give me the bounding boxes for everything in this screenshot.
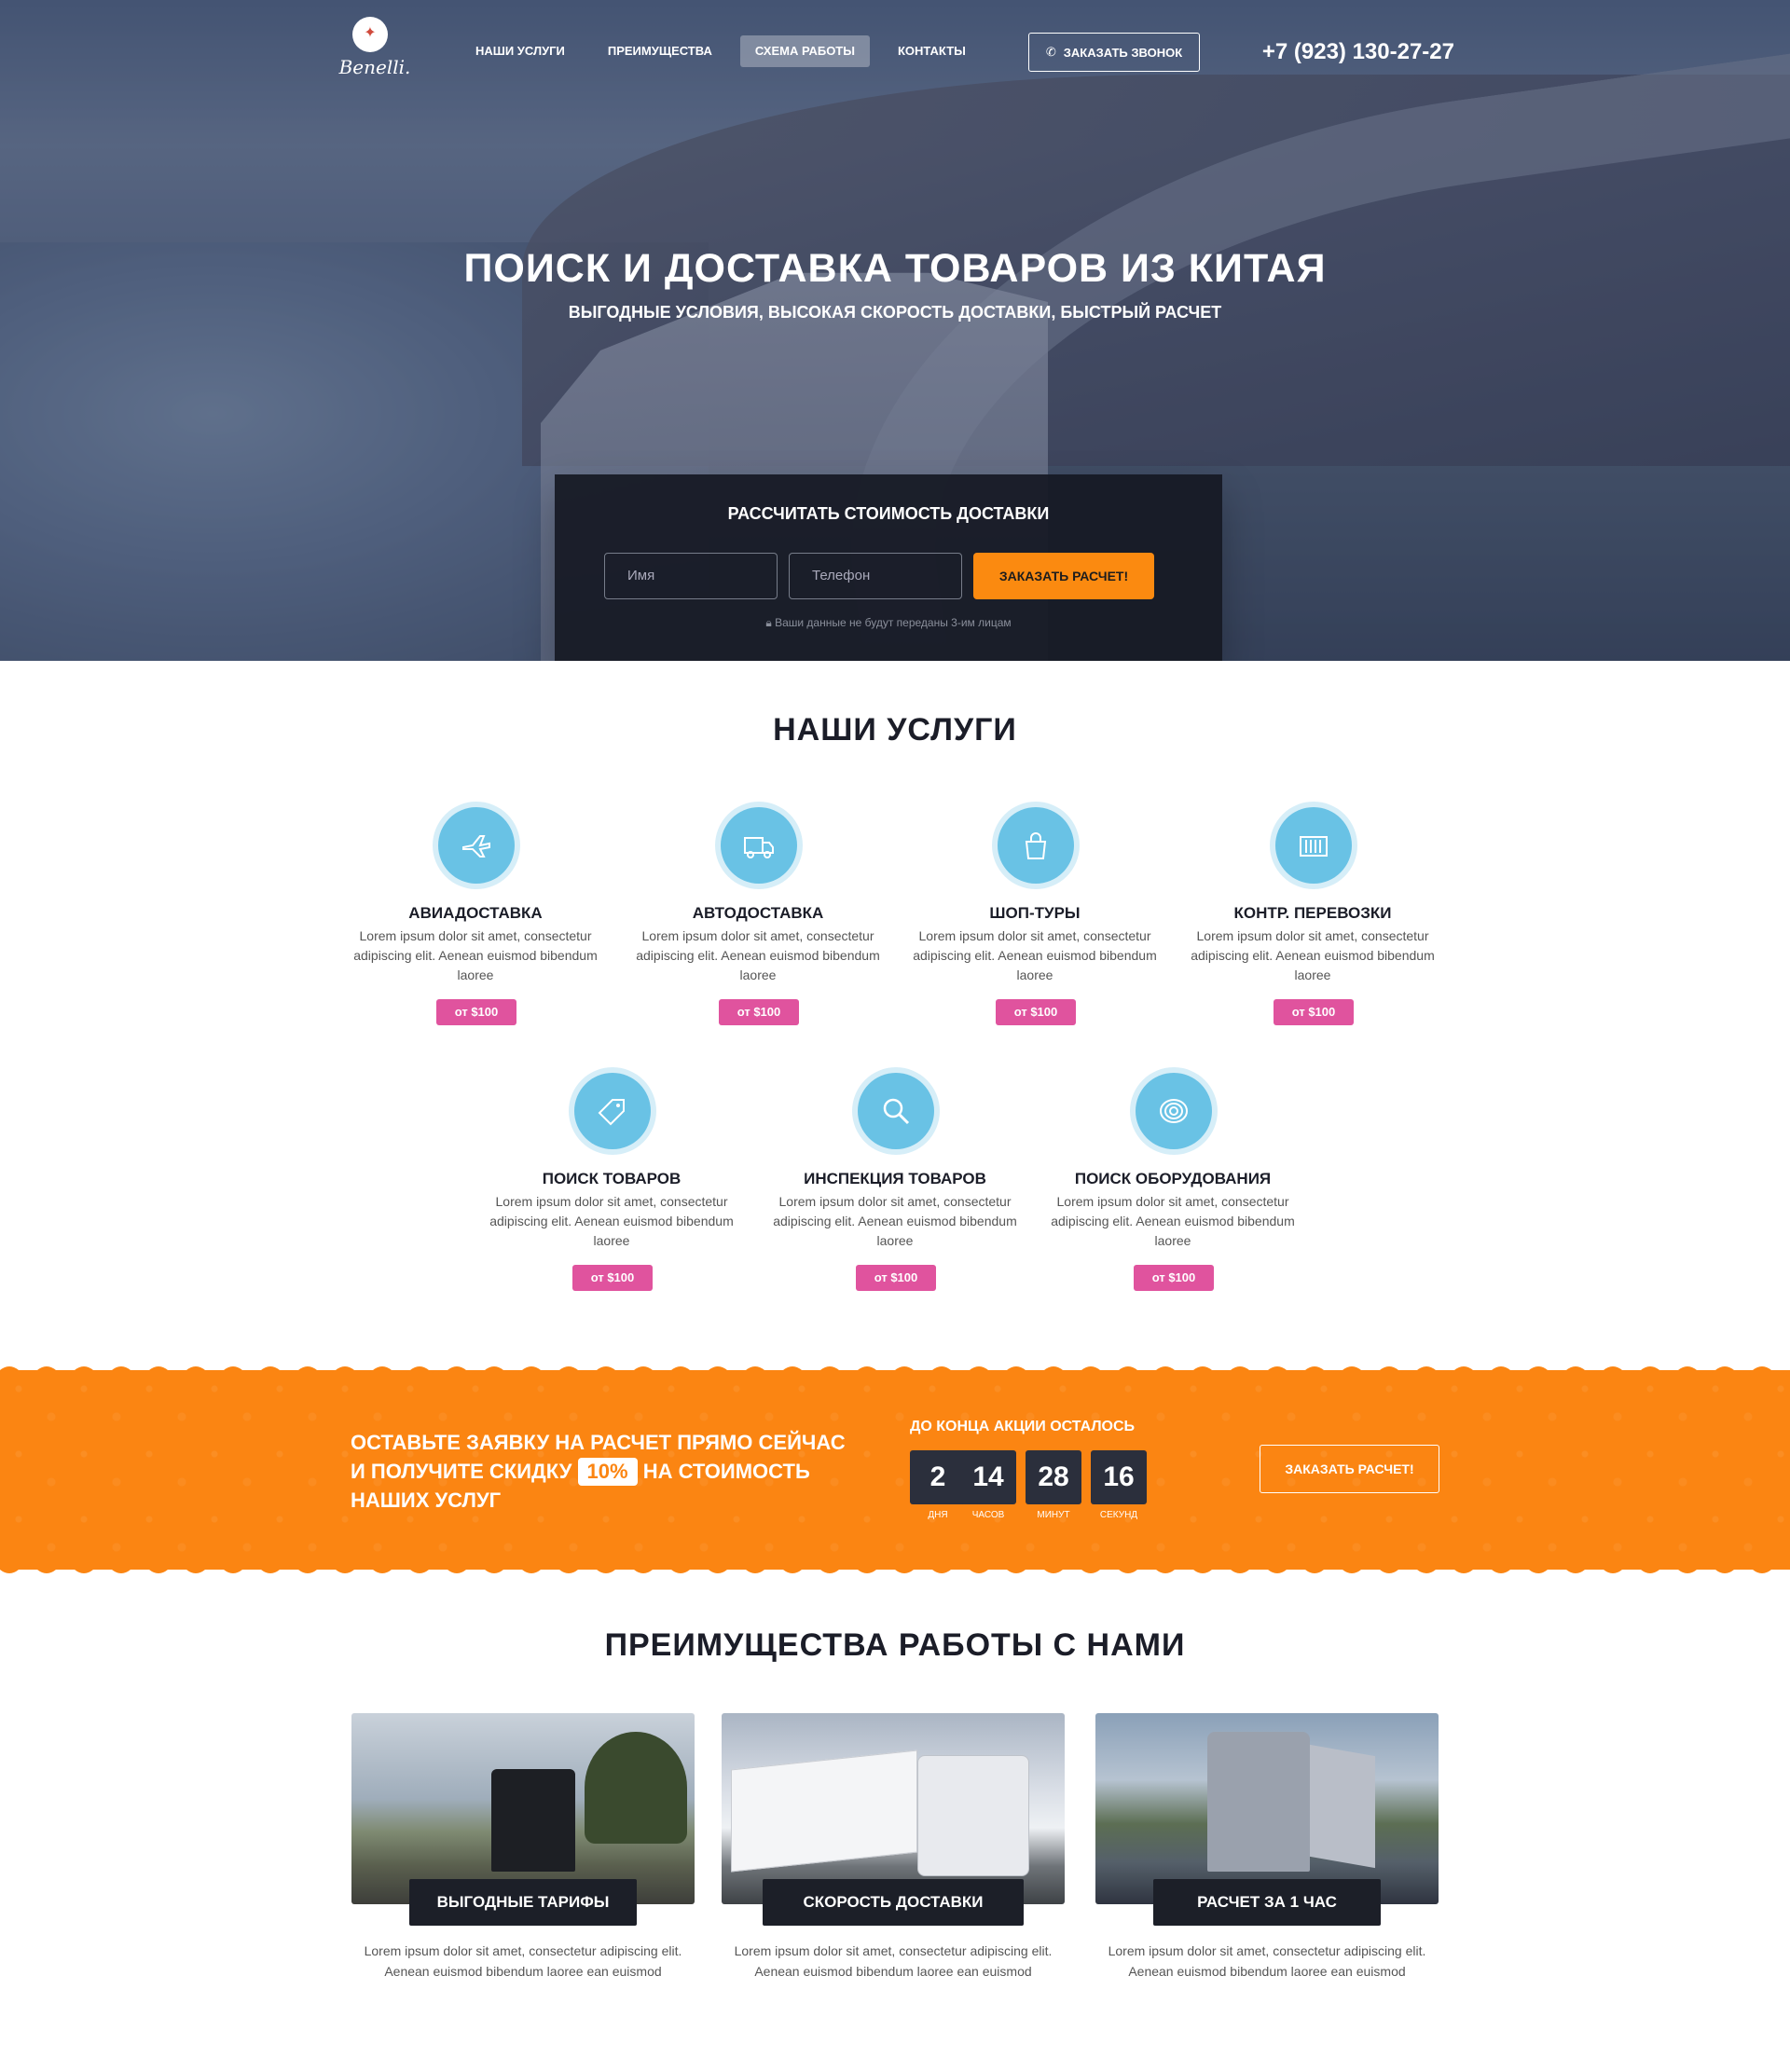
service-name: ШОП-ТУРЫ: [989, 904, 1081, 922]
service-price-badge: от $100: [719, 999, 799, 1025]
service-description: Lorem ipsum dolor sit amet, consectetur …: [353, 928, 598, 982]
menu-item-advantages[interactable]: ПРЕИМУЩЕСТВА: [593, 35, 727, 67]
service-name: АВИАДОСТАВКА: [408, 904, 543, 922]
countdown-value: 16: [1091, 1450, 1147, 1504]
service-description: Lorem ipsum dolor sit amet, consectetur …: [1191, 928, 1435, 982]
advantage-photo-white-truck: [722, 1713, 1065, 1904]
trailer-shape: [1310, 1744, 1375, 1869]
promo-line-2-start: И ПОЛУЧИТЕ СКИДКУ: [351, 1460, 572, 1483]
promo-line-1: ОСТАВЬТЕ ЗАЯВКУ НА РАСЧЕТ ПРЯМО СЕЙЧАС: [351, 1431, 846, 1454]
service-price-badge: от $100: [996, 999, 1076, 1025]
wave-bottom-divider: [0, 1562, 1790, 1573]
menu-item-services[interactable]: НАШИ УСЛУГИ: [461, 35, 580, 67]
phone-input[interactable]: Телефон: [789, 553, 962, 599]
name-input[interactable]: Имя: [604, 553, 778, 599]
advantage-label: СКОРОСТЬ ДОСТАВКИ: [763, 1879, 1024, 1926]
menu-item-contacts[interactable]: КОНТАКТЫ: [883, 35, 981, 67]
service-description: Lorem ipsum dolor sit amet, consectetur …: [913, 928, 1157, 982]
magnifier-icon: [858, 1073, 934, 1149]
tag-icon: [574, 1073, 651, 1149]
promo-order-button[interactable]: ЗАКАЗАТЬ РАСЧЕТ!: [1260, 1445, 1439, 1493]
tree-shape: [585, 1732, 687, 1844]
promo-text: ОСТАВЬТЕ ЗАЯВКУ НА РАСЧЕТ ПРЯМО СЕЙЧАС И…: [351, 1428, 873, 1515]
header-phone[interactable]: +7 (923) 130-27-27: [1238, 35, 1454, 69]
advantage-label: РАСЧЕТ ЗА 1 ЧАС: [1153, 1879, 1381, 1926]
service-price-badge: от $100: [1274, 999, 1354, 1025]
advantage-text: Lorem ipsum dolor sit amet, consectetur …: [1108, 1943, 1426, 1979]
service-name: ПОИСК ОБОРУДОВАНИЯ: [1074, 1170, 1272, 1187]
advantage-photo-silver-truck: [1095, 1713, 1439, 1904]
trailer-shape: [731, 1750, 917, 1873]
service-name: КОНТР. ПЕРЕВОЗКИ: [1233, 904, 1392, 922]
order-calculation-button[interactable]: ЗАКАЗАТЬ РАСЧЕТ!: [973, 553, 1154, 599]
countdown-label: МИНУТ: [1037, 1510, 1070, 1520]
countdown-label: ДНЯ: [928, 1510, 948, 1520]
wave-top-divider: [0, 1366, 1790, 1378]
service-price-badge: от $100: [856, 1265, 936, 1291]
shopping-bag-icon: [998, 807, 1074, 884]
main-menu: НАШИ УСЛУГИ ПРЕИМУЩЕСТВА СХЕМА РАБОТЫ КО…: [461, 35, 981, 67]
privacy-text: Ваши данные не будут переданы 3-им лицам: [775, 616, 1012, 629]
privacy-note: 🔒︎ Ваши данные не будут переданы 3-им ли…: [555, 616, 1222, 630]
cab-shape: [917, 1755, 1029, 1876]
advantages-title: ПРЕИМУЩЕСТВА РАБОТЫ С НАМИ: [604, 1627, 1186, 1663]
container-icon: [1275, 807, 1352, 884]
discount-badge: 10%: [577, 1458, 638, 1486]
top-navigation: ✦ Benelli. НАШИ УСЛУГИ ПРЕИМУЩЕСТВА СХЕМ…: [0, 0, 1790, 103]
countdown-seconds: 16 СЕКУНД: [1091, 1450, 1147, 1520]
hero-subtitle: ВЫГОДНЫЕ УСЛОВИЯ, ВЫСОКАЯ СКОРОСТЬ ДОСТА…: [568, 303, 1222, 322]
countdown-title: ДО КОНЦА АКЦИИ ОСТАЛОСЬ: [910, 1419, 1136, 1434]
countdown-minutes: 28 МИНУТ: [1026, 1450, 1081, 1520]
service-description: Lorem ipsum dolor sit amet, consectetur …: [1051, 1194, 1295, 1248]
promo-line-3: НАШИХ УСЛУГ: [351, 1489, 502, 1512]
advantage-photo-truck-road: [351, 1713, 695, 1904]
promo-line-2-end: НА СТОИМОСТЬ: [642, 1460, 810, 1483]
phone-icon: ✆: [1045, 45, 1056, 59]
calculation-form: РАССЧИТАТЬ СТОИМОСТЬ ДОСТАВКИ Имя Телефо…: [555, 474, 1222, 661]
countdown-value: 14: [960, 1450, 1016, 1504]
hummingbird-icon: ✦: [364, 25, 377, 41]
airplane-icon: [438, 807, 515, 884]
service-name: ПОИСК ТОВАРОВ: [542, 1170, 682, 1187]
service-description: Lorem ipsum dolor sit amet, consectetur …: [773, 1194, 1017, 1248]
service-price-badge: от $100: [572, 1265, 653, 1291]
hero-section: ✦ Benelli. НАШИ УСЛУГИ ПРЕИМУЩЕСТВА СХЕМ…: [0, 0, 1790, 661]
service-price-badge: от $100: [1134, 1265, 1214, 1291]
countdown-value: 28: [1026, 1450, 1081, 1504]
truck-shape: [491, 1769, 575, 1872]
advantage-text: Lorem ipsum dolor sit amet, consectetur …: [364, 1943, 682, 1979]
menu-item-workflow[interactable]: СХЕМА РАБОТЫ: [739, 35, 870, 67]
form-title: РАССЧИТАТЬ СТОИМОСТЬ ДОСТАВКИ: [727, 504, 1050, 523]
countdown-label: СЕКУНД: [1099, 1510, 1138, 1520]
advantage-label: ВЫГОДНЫЕ ТАРИФЫ: [409, 1879, 637, 1926]
request-call-label: ЗАКАЗАТЬ ЗВОНОК: [1063, 45, 1183, 60]
service-price-badge: от $100: [436, 999, 516, 1025]
countdown-label: ЧАСОВ: [971, 1510, 1005, 1520]
service-name: АВТОДОСТАВКА: [692, 904, 824, 922]
promo-banner: ОСТАВЬТЕ ЗАЯВКУ НА РАСЧЕТ ПРЯМО СЕЙЧАС И…: [0, 1366, 1790, 1573]
request-call-button[interactable]: ✆ ЗАКАЗАТЬ ЗВОНОК: [1028, 33, 1200, 72]
services-title: НАШИ УСЛУГИ: [773, 712, 1017, 748]
countdown-value: 2: [910, 1450, 966, 1504]
countdown-days: 2 ДНЯ: [910, 1450, 966, 1520]
hero-title: ПОИСК И ДОСТАВКА ТОВАРОВ ИЗ КИТАЯ: [463, 246, 1327, 291]
promo-line-2: И ПОЛУЧИТЕ СКИДКУ 10% НА СТОИМОСТЬ: [351, 1457, 873, 1486]
lock-icon: 🔒︎: [765, 616, 772, 629]
service-name: ИНСПЕКЦИЯ ТОВАРОВ: [804, 1170, 986, 1187]
landing-page: ✦ Benelli. НАШИ УСЛУГИ ПРЕИМУЩЕСТВА СХЕМ…: [0, 0, 1790, 2072]
brand-logo[interactable]: ✦ Benelli.: [336, 17, 414, 82]
advantage-text: Lorem ipsum dolor sit amet, consectetur …: [734, 1943, 1053, 1979]
brand-name: Benelli.: [338, 56, 411, 78]
service-description: Lorem ipsum dolor sit amet, consectetur …: [489, 1194, 734, 1248]
cab-shape: [1207, 1732, 1310, 1872]
coil-icon: [1136, 1073, 1212, 1149]
countdown-hours: 14 ЧАСОВ: [960, 1450, 1016, 1520]
service-description: Lorem ipsum dolor sit amet, consectetur …: [636, 928, 880, 982]
truck-icon: [721, 807, 797, 884]
